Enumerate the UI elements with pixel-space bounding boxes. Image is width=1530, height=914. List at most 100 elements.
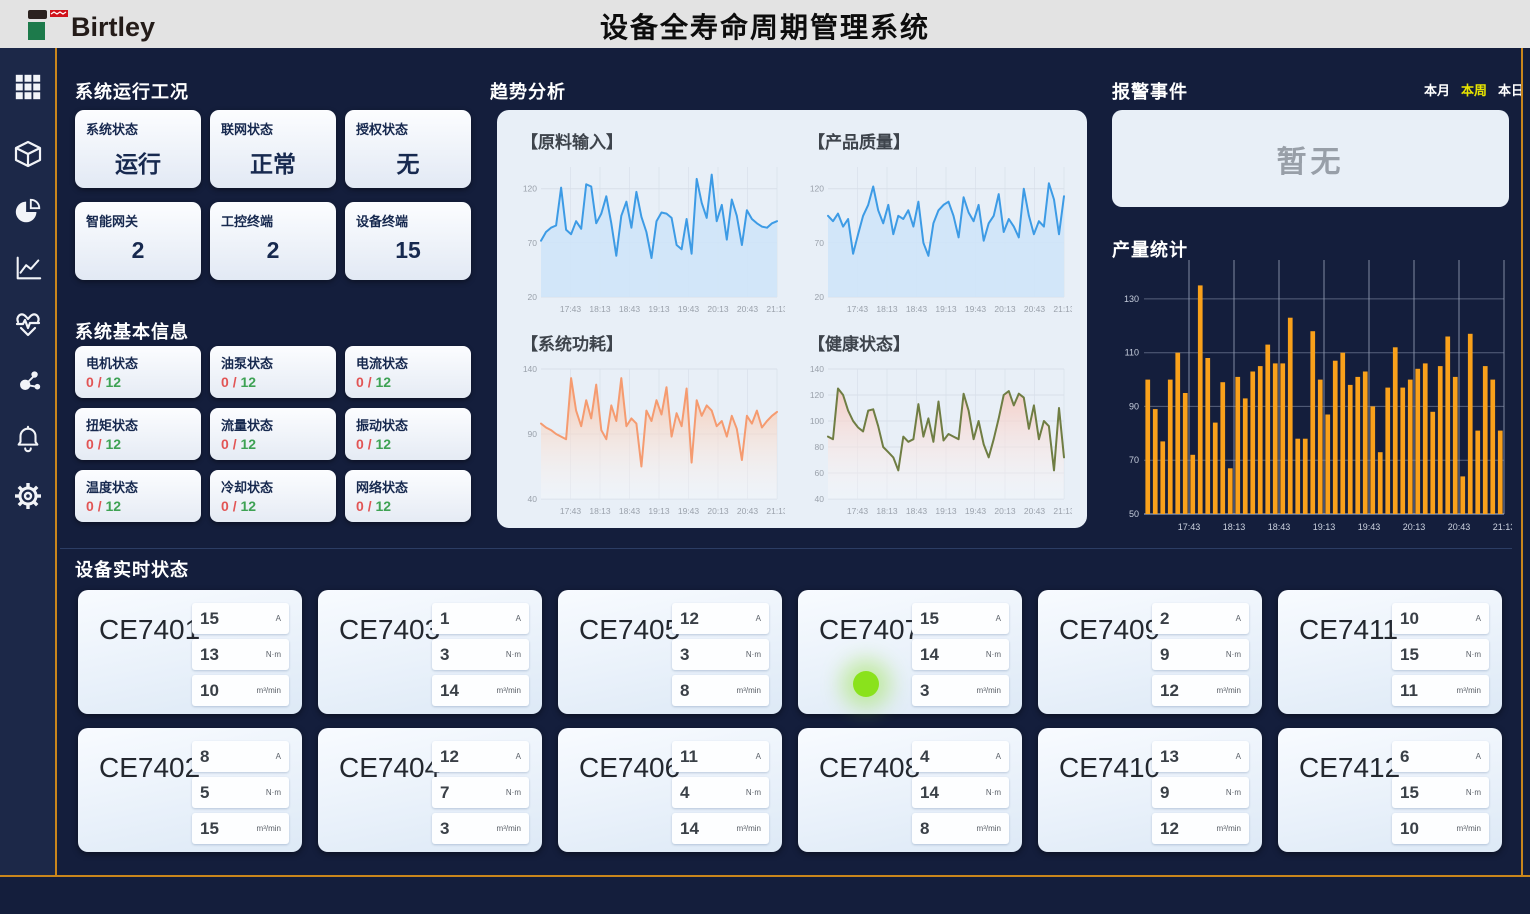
metric-value: 13 [1160, 747, 1179, 767]
device-metric: 15 N·m [1392, 777, 1489, 808]
info-card-label: 电机状态 [86, 353, 190, 372]
device-metric: 10 m³/min [1392, 813, 1489, 844]
gear-icon[interactable] [11, 479, 45, 513]
svg-text:19:13: 19:13 [648, 304, 670, 314]
svg-text:20:43: 20:43 [1024, 506, 1046, 516]
metric-unit: N·m [1226, 650, 1241, 659]
metric-value: 2 [1160, 609, 1169, 629]
device-metric: 14 N·m [912, 777, 1009, 808]
device-card-CE7408[interactable]: CE7408 4 A 14 N·m 8 m³/min [798, 728, 1022, 852]
svg-text:120: 120 [523, 184, 537, 194]
status-card-label: 系统状态 [86, 119, 190, 138]
svg-text:21:13: 21:13 [766, 506, 785, 516]
metric-value: 14 [680, 819, 699, 839]
metric-value: 14 [920, 783, 939, 803]
device-name: CE7406 [579, 752, 680, 784]
device-card-CE7410[interactable]: CE7410 13 A 9 N·m 12 m³/min [1038, 728, 1262, 852]
svg-text:20:43: 20:43 [1024, 304, 1046, 314]
status-card-label: 智能网关 [86, 211, 190, 230]
trend-title: 趋势分析 [490, 78, 566, 104]
trend-chart-title: 【产品质量】 [808, 128, 1081, 153]
device-card-CE7407[interactable]: CE7407 15 A 14 N·m 3 m³/min [798, 590, 1022, 714]
grid-icon[interactable] [11, 70, 45, 104]
device-card-CE7406[interactable]: CE7406 11 A 4 N·m 14 m³/min [558, 728, 782, 852]
health-heart-icon[interactable] [11, 308, 45, 342]
metric-unit: N·m [506, 650, 521, 659]
svg-text:90: 90 [1129, 401, 1139, 411]
device-metric: 4 A [912, 741, 1009, 772]
metric-value: 15 [920, 609, 939, 629]
cube-icon[interactable] [11, 137, 45, 171]
info-card-count: 0 / 12 [221, 498, 325, 514]
metric-value: 3 [680, 645, 689, 665]
metric-unit: A [276, 614, 281, 623]
metric-unit: A [1236, 752, 1241, 761]
trend-chart-title: 【原料输入】 [521, 128, 794, 153]
bell-icon[interactable] [11, 422, 45, 456]
metric-value: 3 [440, 645, 449, 665]
info-card-count: 0 / 12 [86, 498, 190, 514]
device-name: CE7401 [99, 614, 200, 646]
status-card: 智能网关 2 [75, 202, 201, 280]
info-card-count: 0 / 12 [86, 436, 190, 452]
metric-unit: A [996, 752, 1001, 761]
svg-text:20:13: 20:13 [707, 506, 729, 516]
svg-text:20:13: 20:13 [1403, 522, 1426, 532]
metric-unit: A [996, 614, 1001, 623]
svg-text:20: 20 [528, 292, 538, 302]
metric-value: 10 [200, 681, 219, 701]
info-card-count: 0 / 12 [356, 498, 460, 514]
svg-text:18:43: 18:43 [619, 506, 641, 516]
device-card-CE7403[interactable]: CE7403 1 A 3 N·m 14 m³/min [318, 590, 542, 714]
device-metric: 13 A [1152, 741, 1249, 772]
svg-text:20:43: 20:43 [1448, 522, 1471, 532]
svg-text:19:43: 19:43 [965, 304, 987, 314]
status-card-label: 工控终端 [221, 211, 325, 230]
pie-chart-icon[interactable] [11, 194, 45, 228]
svg-text:40: 40 [528, 494, 538, 504]
device-metric: 1 A [432, 603, 529, 634]
svg-text:19:13: 19:13 [1313, 522, 1336, 532]
device-metric: 10 m³/min [192, 675, 289, 706]
metric-unit: A [516, 614, 521, 623]
metric-value: 15 [200, 819, 219, 839]
device-card-CE7401[interactable]: CE7401 15 A 13 N·m 10 m³/min [78, 590, 302, 714]
metric-value: 5 [200, 783, 209, 803]
alarm-tab-本周[interactable]: 本周 [1461, 80, 1487, 99]
metric-unit: m³/min [1217, 824, 1241, 833]
system-info-title: 系统基本信息 [75, 318, 189, 344]
device-metric: 3 N·m [432, 639, 529, 670]
metric-unit: m³/min [1457, 686, 1481, 695]
device-metric: 6 A [1392, 741, 1489, 772]
metric-value: 10 [1400, 609, 1419, 629]
device-card-CE7404[interactable]: CE7404 12 A 7 N·m 3 m³/min [318, 728, 542, 852]
metric-value: 11 [1400, 681, 1418, 701]
device-name: CE7409 [1059, 614, 1160, 646]
device-metric: 15 A [912, 603, 1009, 634]
line-chart-icon[interactable] [11, 251, 45, 285]
svg-text:17:43: 17:43 [560, 506, 582, 516]
svg-text:19:13: 19:13 [648, 506, 670, 516]
alarm-tab-本月[interactable]: 本月 [1424, 80, 1450, 99]
device-card-CE7412[interactable]: CE7412 6 A 15 N·m 10 m³/min [1278, 728, 1502, 852]
metric-value: 3 [440, 819, 449, 839]
metric-value: 6 [1400, 747, 1409, 767]
dashboard: Birtley 设备全寿命周期管理系统 [0, 0, 1530, 914]
status-indicator-dot [853, 671, 879, 697]
device-card-CE7409[interactable]: CE7409 2 A 9 N·m 12 m³/min [1038, 590, 1262, 714]
status-card-value: 运行 [86, 145, 190, 179]
svg-text:100: 100 [810, 416, 824, 426]
device-card-CE7402[interactable]: CE7402 8 A 5 N·m 15 m³/min [78, 728, 302, 852]
device-card-CE7405[interactable]: CE7405 12 A 3 N·m 8 m³/min [558, 590, 782, 714]
svg-text:18:13: 18:13 [876, 506, 898, 516]
device-card-CE7411[interactable]: CE7411 10 A 15 N·m 11 m³/min [1278, 590, 1502, 714]
device-metric: 7 N·m [432, 777, 529, 808]
device-metric: 12 m³/min [1152, 813, 1249, 844]
molecule-icon[interactable] [11, 365, 45, 399]
device-metric: 10 A [1392, 603, 1489, 634]
info-card-label: 网络状态 [356, 477, 460, 496]
svg-text:19:43: 19:43 [678, 506, 700, 516]
metric-value: 9 [1160, 783, 1169, 803]
info-card: 流量状态 0 / 12 [210, 408, 336, 460]
info-card-label: 油泵状态 [221, 353, 325, 372]
